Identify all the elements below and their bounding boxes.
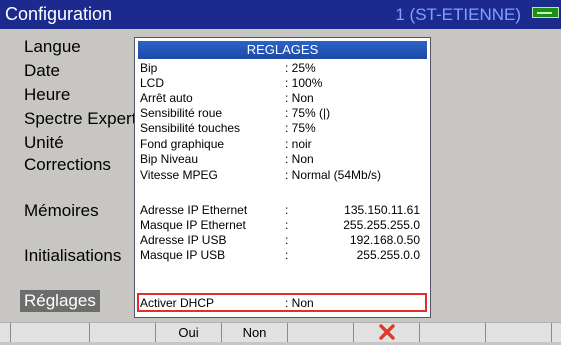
network-value-ip-usb: 192.168.0.50 — [349, 233, 420, 247]
setting-value-bip[interactable]: : 25% — [285, 61, 316, 75]
setting-value-sensibilite-touches[interactable]: : 75% — [285, 121, 316, 135]
setting-label-lcd[interactable]: LCD — [140, 76, 164, 90]
network-sep: : — [285, 248, 289, 262]
setting-value-sensibilite-roue[interactable]: : 75% (|) — [285, 106, 330, 120]
setting-label-bip-niveau[interactable]: Bip Niveau — [140, 152, 198, 166]
site-label: 1 (ST-ETIENNE) — [395, 5, 521, 24]
function-key-bar: Oui Non — [0, 322, 561, 342]
menu-item-memoires[interactable]: Mémoires — [24, 201, 99, 221]
function-key-5[interactable] — [288, 323, 354, 342]
close-icon — [378, 324, 395, 340]
setting-value-arret-auto[interactable]: : Non — [285, 91, 314, 105]
function-key-7[interactable] — [420, 323, 486, 342]
network-value-masque-ethernet: 255.255.255.0 — [343, 218, 420, 232]
panel-title: REGLAGES — [138, 41, 427, 59]
title-bar: Configuration 1 (ST-ETIENNE) — [0, 0, 561, 29]
menu-item-heure[interactable]: Heure — [24, 85, 70, 105]
network-label-masque-usb: Masque IP USB — [140, 248, 226, 262]
network-label-ip-ethernet: Adresse IP Ethernet — [140, 203, 248, 217]
network-sep: : — [285, 218, 289, 232]
network-sep: : — [285, 203, 289, 217]
setting-value-lcd[interactable]: : 100% — [285, 76, 322, 90]
menu-item-langue[interactable]: Langue — [24, 37, 81, 57]
battery-icon — [532, 7, 559, 18]
setting-label-activer-dhcp[interactable]: Activer DHCP — [140, 296, 214, 310]
setting-label-fond-graphique[interactable]: Fond graphique — [140, 137, 224, 151]
window-title: Configuration — [5, 4, 113, 24]
menu-item-unite[interactable]: Unité — [24, 133, 64, 153]
menu-item-corrections[interactable]: Corrections — [24, 155, 111, 175]
setting-label-sensibilite-touches[interactable]: Sensibilité touches — [140, 121, 240, 135]
setting-label-arret-auto[interactable]: Arrêt auto — [140, 91, 193, 105]
setting-value-vitesse-mpeg[interactable]: : Normal (54Mb/s) — [285, 168, 381, 182]
non-button[interactable]: Non — [222, 323, 288, 342]
setting-label-sensibilite-roue[interactable]: Sensibilité roue — [140, 106, 222, 120]
network-value-masque-usb: 255.255.0.0 — [356, 248, 420, 262]
setting-label-bip[interactable]: Bip — [140, 61, 157, 75]
function-key-8[interactable] — [486, 323, 552, 342]
close-button[interactable] — [354, 323, 420, 342]
menu-item-reglages[interactable]: Réglages — [20, 290, 100, 312]
network-value-ip-ethernet: 135.150.11.61 — [344, 203, 420, 217]
reglages-panel: REGLAGES Bip : 25% LCD : 100% Arrêt auto… — [134, 37, 431, 318]
network-label-masque-ethernet: Masque IP Ethernet — [140, 218, 246, 232]
setting-value-fond-graphique[interactable]: : noir — [285, 137, 312, 151]
function-key-2[interactable] — [90, 323, 156, 342]
oui-button[interactable]: Oui — [156, 323, 222, 342]
menu-item-initialisations[interactable]: Initialisations — [24, 246, 121, 266]
network-sep: : — [285, 233, 289, 247]
network-label-ip-usb: Adresse IP USB — [140, 233, 227, 247]
setting-value-bip-niveau[interactable]: : Non — [285, 152, 314, 166]
menu-item-date[interactable]: Date — [24, 61, 60, 81]
setting-label-vitesse-mpeg[interactable]: Vitesse MPEG — [140, 168, 218, 182]
menu-item-spectre-expert[interactable]: Spectre Expert — [24, 109, 136, 129]
function-key-1[interactable] — [10, 323, 90, 342]
setting-value-activer-dhcp[interactable]: : Non — [285, 296, 314, 310]
